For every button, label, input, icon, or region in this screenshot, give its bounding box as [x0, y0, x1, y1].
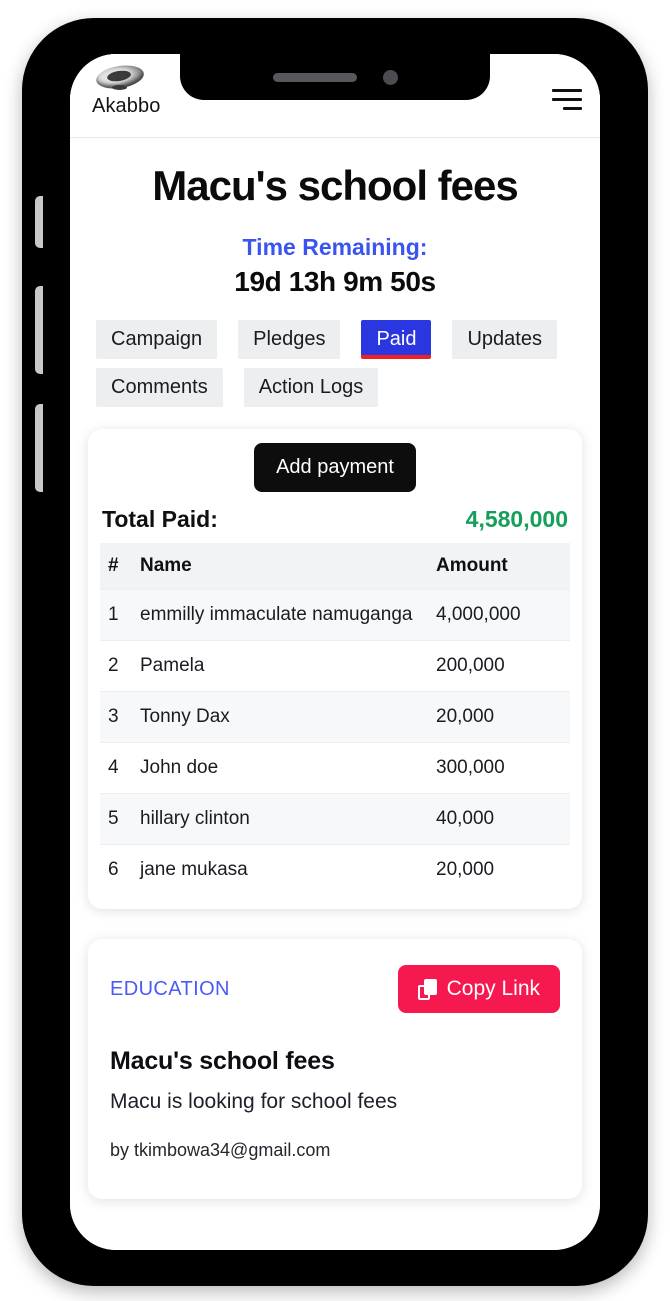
table-row[interactable]: 2 Pamela 200,000 — [100, 640, 570, 692]
front-camera-icon — [382, 69, 398, 85]
row-index: 3 — [100, 691, 134, 743]
payments-table: # Name Amount 1 emmilly immaculate namug… — [100, 543, 570, 895]
table-header-row: # Name Amount — [100, 543, 570, 590]
row-name: hillary clinton — [134, 793, 430, 845]
row-index: 6 — [100, 844, 134, 895]
row-amount: 300,000 — [430, 742, 570, 794]
volume-up-button[interactable] — [35, 286, 43, 374]
total-paid-label: Total Paid: — [102, 506, 218, 532]
row-index: 4 — [100, 742, 134, 794]
time-remaining-countdown: 19d 13h 9m 50s — [234, 266, 436, 297]
menu-bar-bottom — [563, 106, 582, 110]
row-index: 1 — [100, 589, 134, 641]
tab-updates[interactable]: Updates — [452, 320, 557, 359]
copy-link-label: Copy Link — [446, 977, 540, 1000]
tab-paid[interactable]: Paid — [361, 320, 432, 359]
info-card-description: Macu is looking for school fees — [110, 1090, 398, 1113]
copy-icon — [417, 978, 437, 1000]
row-amount: 20,000 — [430, 691, 570, 743]
tab-action-logs[interactable]: Action Logs — [243, 368, 379, 407]
add-payment-button[interactable]: Add payment — [254, 443, 416, 492]
table-row[interactable]: 5 hillary clinton 40,000 — [100, 793, 570, 845]
info-card-top-row: EDUCATION Copy Link — [110, 965, 560, 1013]
row-amount: 40,000 — [430, 793, 570, 845]
row-name: jane mukasa — [134, 844, 430, 895]
row-name: John doe — [134, 742, 430, 794]
row-amount: 200,000 — [430, 640, 570, 692]
row-name: Pamela — [134, 640, 430, 692]
column-header-index: # — [100, 543, 134, 590]
time-remaining-label: Time Remaining: — [242, 234, 428, 260]
phone-screen: Akabbo Macu's school fees Time Remaining… — [70, 54, 600, 1250]
row-name: Tonny Dax — [134, 691, 430, 743]
device-notch — [180, 54, 490, 100]
total-paid-row: Total Paid: 4,580,000 — [100, 492, 570, 543]
app-scroll-container[interactable]: Akabbo Macu's school fees Time Remaining… — [70, 54, 600, 1250]
copy-link-button[interactable]: Copy Link — [397, 965, 560, 1013]
table-row[interactable]: 1 emmilly immaculate namuganga 4,000,000 — [100, 589, 570, 641]
info-card-author: by tkimbowa34@gmail.com — [110, 1140, 331, 1160]
akabbo-bowl-logo-icon — [92, 60, 148, 94]
campaign-info-card: EDUCATION Copy Link Macu's school fees M… — [88, 939, 582, 1199]
info-card-title: Macu's school fees — [110, 1047, 335, 1075]
payments-table-body: 1 emmilly immaculate namuganga 4,000,000… — [100, 589, 570, 895]
add-payment-row: Add payment — [100, 443, 570, 492]
row-index: 5 — [100, 793, 134, 845]
tab-bar: Campaign Pledges Paid Updates Comments A… — [70, 320, 600, 407]
payments-table-head: # Name Amount — [100, 543, 570, 590]
page-body: Macu's school fees Time Remaining: 19d 1… — [70, 162, 600, 1209]
brand-logo-block[interactable]: Akabbo — [92, 60, 160, 118]
hamburger-menu-icon[interactable] — [548, 84, 582, 114]
volume-down-button[interactable] — [35, 404, 43, 492]
table-row[interactable]: 4 John doe 300,000 — [100, 742, 570, 794]
row-name: emmilly immaculate namuganga — [134, 589, 430, 641]
tab-campaign[interactable]: Campaign — [96, 320, 218, 359]
row-index: 2 — [100, 640, 134, 692]
table-row[interactable]: 3 Tonny Dax 20,000 — [100, 691, 570, 743]
row-amount: 20,000 — [430, 844, 570, 895]
brand-name: Akabbo — [92, 95, 161, 117]
row-amount: 4,000,000 — [430, 589, 570, 641]
column-header-amount: Amount — [430, 543, 570, 590]
tab-comments[interactable]: Comments — [96, 368, 223, 407]
silent-switch-button[interactable] — [35, 196, 43, 248]
total-paid-value: 4,580,000 — [465, 506, 568, 532]
menu-bar-middle — [552, 97, 582, 101]
speaker-grill-icon — [272, 72, 357, 82]
column-header-name: Name — [134, 543, 430, 590]
menu-bar-top — [552, 88, 582, 92]
page-title: Macu's school fees — [152, 162, 518, 209]
paid-panel-card: Add payment Total Paid: 4,580,000 # Name… — [88, 429, 582, 909]
phone-device-frame: Akabbo Macu's school fees Time Remaining… — [22, 18, 648, 1286]
table-row[interactable]: 6 jane mukasa 20,000 — [100, 844, 570, 895]
category-badge: EDUCATION — [110, 977, 230, 1000]
tab-pledges[interactable]: Pledges — [238, 320, 341, 359]
